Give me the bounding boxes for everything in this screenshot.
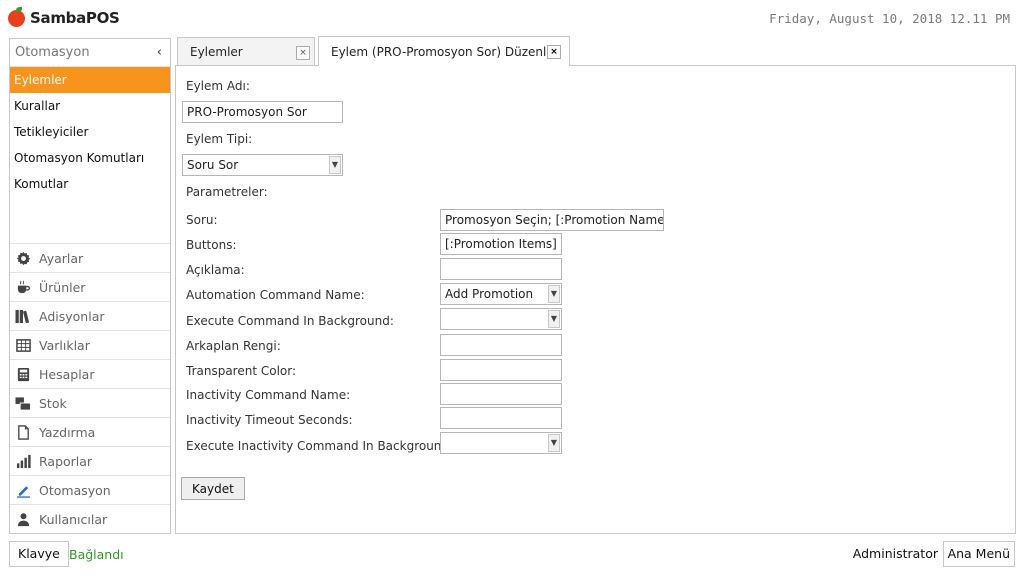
chevron-down-icon[interactable]: ▼ — [548, 434, 560, 452]
param-input-soru[interactable]: Promosyon Seçin; [:Promotion Name] — [440, 209, 664, 231]
module-label: Ayarlar — [39, 250, 84, 266]
module-stok[interactable]: Stok — [10, 388, 170, 417]
tab-bar: Eylemler × Eylem (PRO-Promosyon Sor) Düz… — [175, 34, 1016, 66]
bar-chart-icon — [15, 453, 31, 469]
module-label: Otomasyon — [39, 482, 111, 498]
param-select-automation-command-name[interactable]: Add Promotion ▼ — [440, 283, 562, 305]
param-input-buttons[interactable]: [:Promotion Items] — [440, 233, 562, 255]
param-label-inactivity-timeout-seconds: Inactivity Timeout Seconds: — [186, 413, 353, 427]
param-label-execute-inactivity-command-in-background: Execute Inactivity Command In Background… — [186, 439, 454, 453]
action-name-label: Eylem Adı: — [186, 79, 250, 93]
collapse-chevron-icon[interactable]: ‹ — [157, 39, 162, 67]
param-input-inactivity-command-name[interactable] — [440, 383, 562, 405]
module-label: Yazdırma — [39, 424, 96, 440]
pencil-icon — [15, 482, 31, 498]
select-value: Add Promotion — [445, 287, 534, 301]
stock-boxes-icon — [15, 395, 31, 411]
param-label-inactivity-command-name: Inactivity Command Name: — [186, 388, 351, 402]
module-label: Raporlar — [39, 453, 93, 469]
module-label: Varlıklar — [39, 337, 90, 353]
close-icon[interactable]: × — [547, 45, 561, 59]
sidebar-item-tetikleyiciler[interactable]: Tetikleyiciler — [10, 119, 170, 145]
parameters-label: Parametreler: — [186, 185, 268, 199]
sidebar-item-otomasyon-komutlari[interactable]: Otomasyon Komutları — [10, 145, 170, 171]
main-area: Eylemler × Eylem (PRO-Promosyon Sor) Düz… — [175, 34, 1016, 534]
tab-eylem-duzenle[interactable]: Eylem (PRO-Promosyon Sor) Düzenle × — [318, 36, 570, 66]
action-type-label: Eylem Tipi: — [186, 132, 253, 146]
main-menu-button[interactable]: Ana Menü — [942, 541, 1015, 567]
edit-panel: Eylem Adı: PRO-Promosyon Sor Eylem Tipi:… — [175, 65, 1016, 534]
books-icon — [15, 308, 31, 324]
select-value: Soru Sor — [187, 158, 239, 172]
module-list: Ayarlar Ürünler Adisyonlar Varlıklar Hes… — [10, 243, 170, 533]
param-label-transparent-color: Transparent Color: — [186, 364, 297, 378]
action-name-input[interactable]: PRO-Promosyon Sor — [182, 101, 343, 123]
app-logo: SambaPOS — [8, 6, 120, 27]
param-label-aciklama: Açıklama: — [186, 263, 245, 277]
param-label-automation-command-name: Automation Command Name: — [186, 288, 365, 302]
tab-label: Eylemler — [190, 45, 243, 59]
sambapos-logo-icon — [8, 6, 25, 27]
document-icon — [15, 424, 31, 440]
module-ayarlar[interactable]: Ayarlar — [10, 243, 170, 272]
tab-label: Eylem (PRO-Promosyon Sor) Düzenle — [331, 44, 554, 59]
module-yazdirma[interactable]: Yazdırma — [10, 417, 170, 446]
param-label-execute-command-in-background: Execute Command In Background: — [186, 314, 394, 328]
action-type-select[interactable]: Soru Sor ▼ — [182, 154, 343, 176]
save-button[interactable]: Kaydet — [181, 477, 245, 500]
gear-icon — [15, 250, 31, 266]
module-varliklar[interactable]: Varlıklar — [10, 330, 170, 359]
sidebar: Otomasyon ‹ Eylemler Kurallar Tetikleyic… — [9, 38, 171, 534]
app-header: SambaPOS Friday, August 10, 2018 12.11 P… — [0, 0, 1024, 38]
param-select-execute-inactivity-command-in-background[interactable]: ▼ — [440, 432, 562, 454]
param-input-transparent-color[interactable] — [440, 359, 562, 381]
param-input-aciklama[interactable] — [440, 258, 562, 280]
app-name: SambaPOS — [30, 9, 120, 27]
calculator-icon — [15, 366, 31, 382]
sidebar-item-eylemler[interactable]: Eylemler — [10, 67, 170, 93]
status-bar: Klavye Bağlandı Administrator Ana Menü — [0, 536, 1024, 576]
module-label: Kullanıcılar — [39, 511, 108, 527]
module-raporlar[interactable]: Raporlar — [10, 446, 170, 475]
module-hesaplar[interactable]: Hesaplar — [10, 359, 170, 388]
current-user: Administrator — [852, 546, 938, 561]
close-icon[interactable]: × — [296, 46, 310, 60]
module-urunler[interactable]: Ürünler — [10, 272, 170, 301]
module-otomasyon[interactable]: Otomasyon — [10, 475, 170, 504]
module-label: Hesaplar — [39, 366, 95, 382]
param-label-soru: Soru: — [186, 213, 218, 227]
param-input-arkaplan-rengi[interactable] — [440, 334, 562, 356]
param-select-execute-command-in-background[interactable]: ▼ — [440, 308, 562, 330]
table-grid-icon — [15, 337, 31, 353]
module-label: Adisyonlar — [39, 308, 105, 324]
user-icon — [15, 511, 31, 527]
module-kullanicilar[interactable]: Kullanıcılar — [10, 504, 170, 533]
chevron-down-icon[interactable]: ▼ — [329, 156, 341, 174]
sidebar-title: Otomasyon — [15, 45, 90, 60]
module-adisyonlar[interactable]: Adisyonlar — [10, 301, 170, 330]
datetime-display: Friday, August 10, 2018 12.11 PM — [769, 11, 1010, 26]
param-label-arkaplan-rengi: Arkaplan Rengi: — [186, 339, 281, 353]
param-label-buttons: Buttons: — [186, 238, 237, 252]
sidebar-item-kurallar[interactable]: Kurallar — [10, 93, 170, 119]
keyboard-button[interactable]: Klavye — [9, 541, 69, 567]
module-label: Ürünler — [39, 279, 86, 295]
connection-status: Bağlandı — [69, 547, 124, 562]
module-label: Stok — [39, 395, 67, 411]
tab-eylemler[interactable]: Eylemler × — [177, 37, 315, 66]
sidebar-header: Otomasyon ‹ — [10, 39, 170, 67]
param-input-inactivity-timeout-seconds[interactable] — [440, 407, 562, 429]
chevron-down-icon[interactable]: ▼ — [548, 285, 560, 303]
coffee-cup-icon — [15, 279, 31, 295]
chevron-down-icon[interactable]: ▼ — [548, 310, 560, 328]
sidebar-item-komutlar[interactable]: Komutlar — [10, 171, 170, 197]
